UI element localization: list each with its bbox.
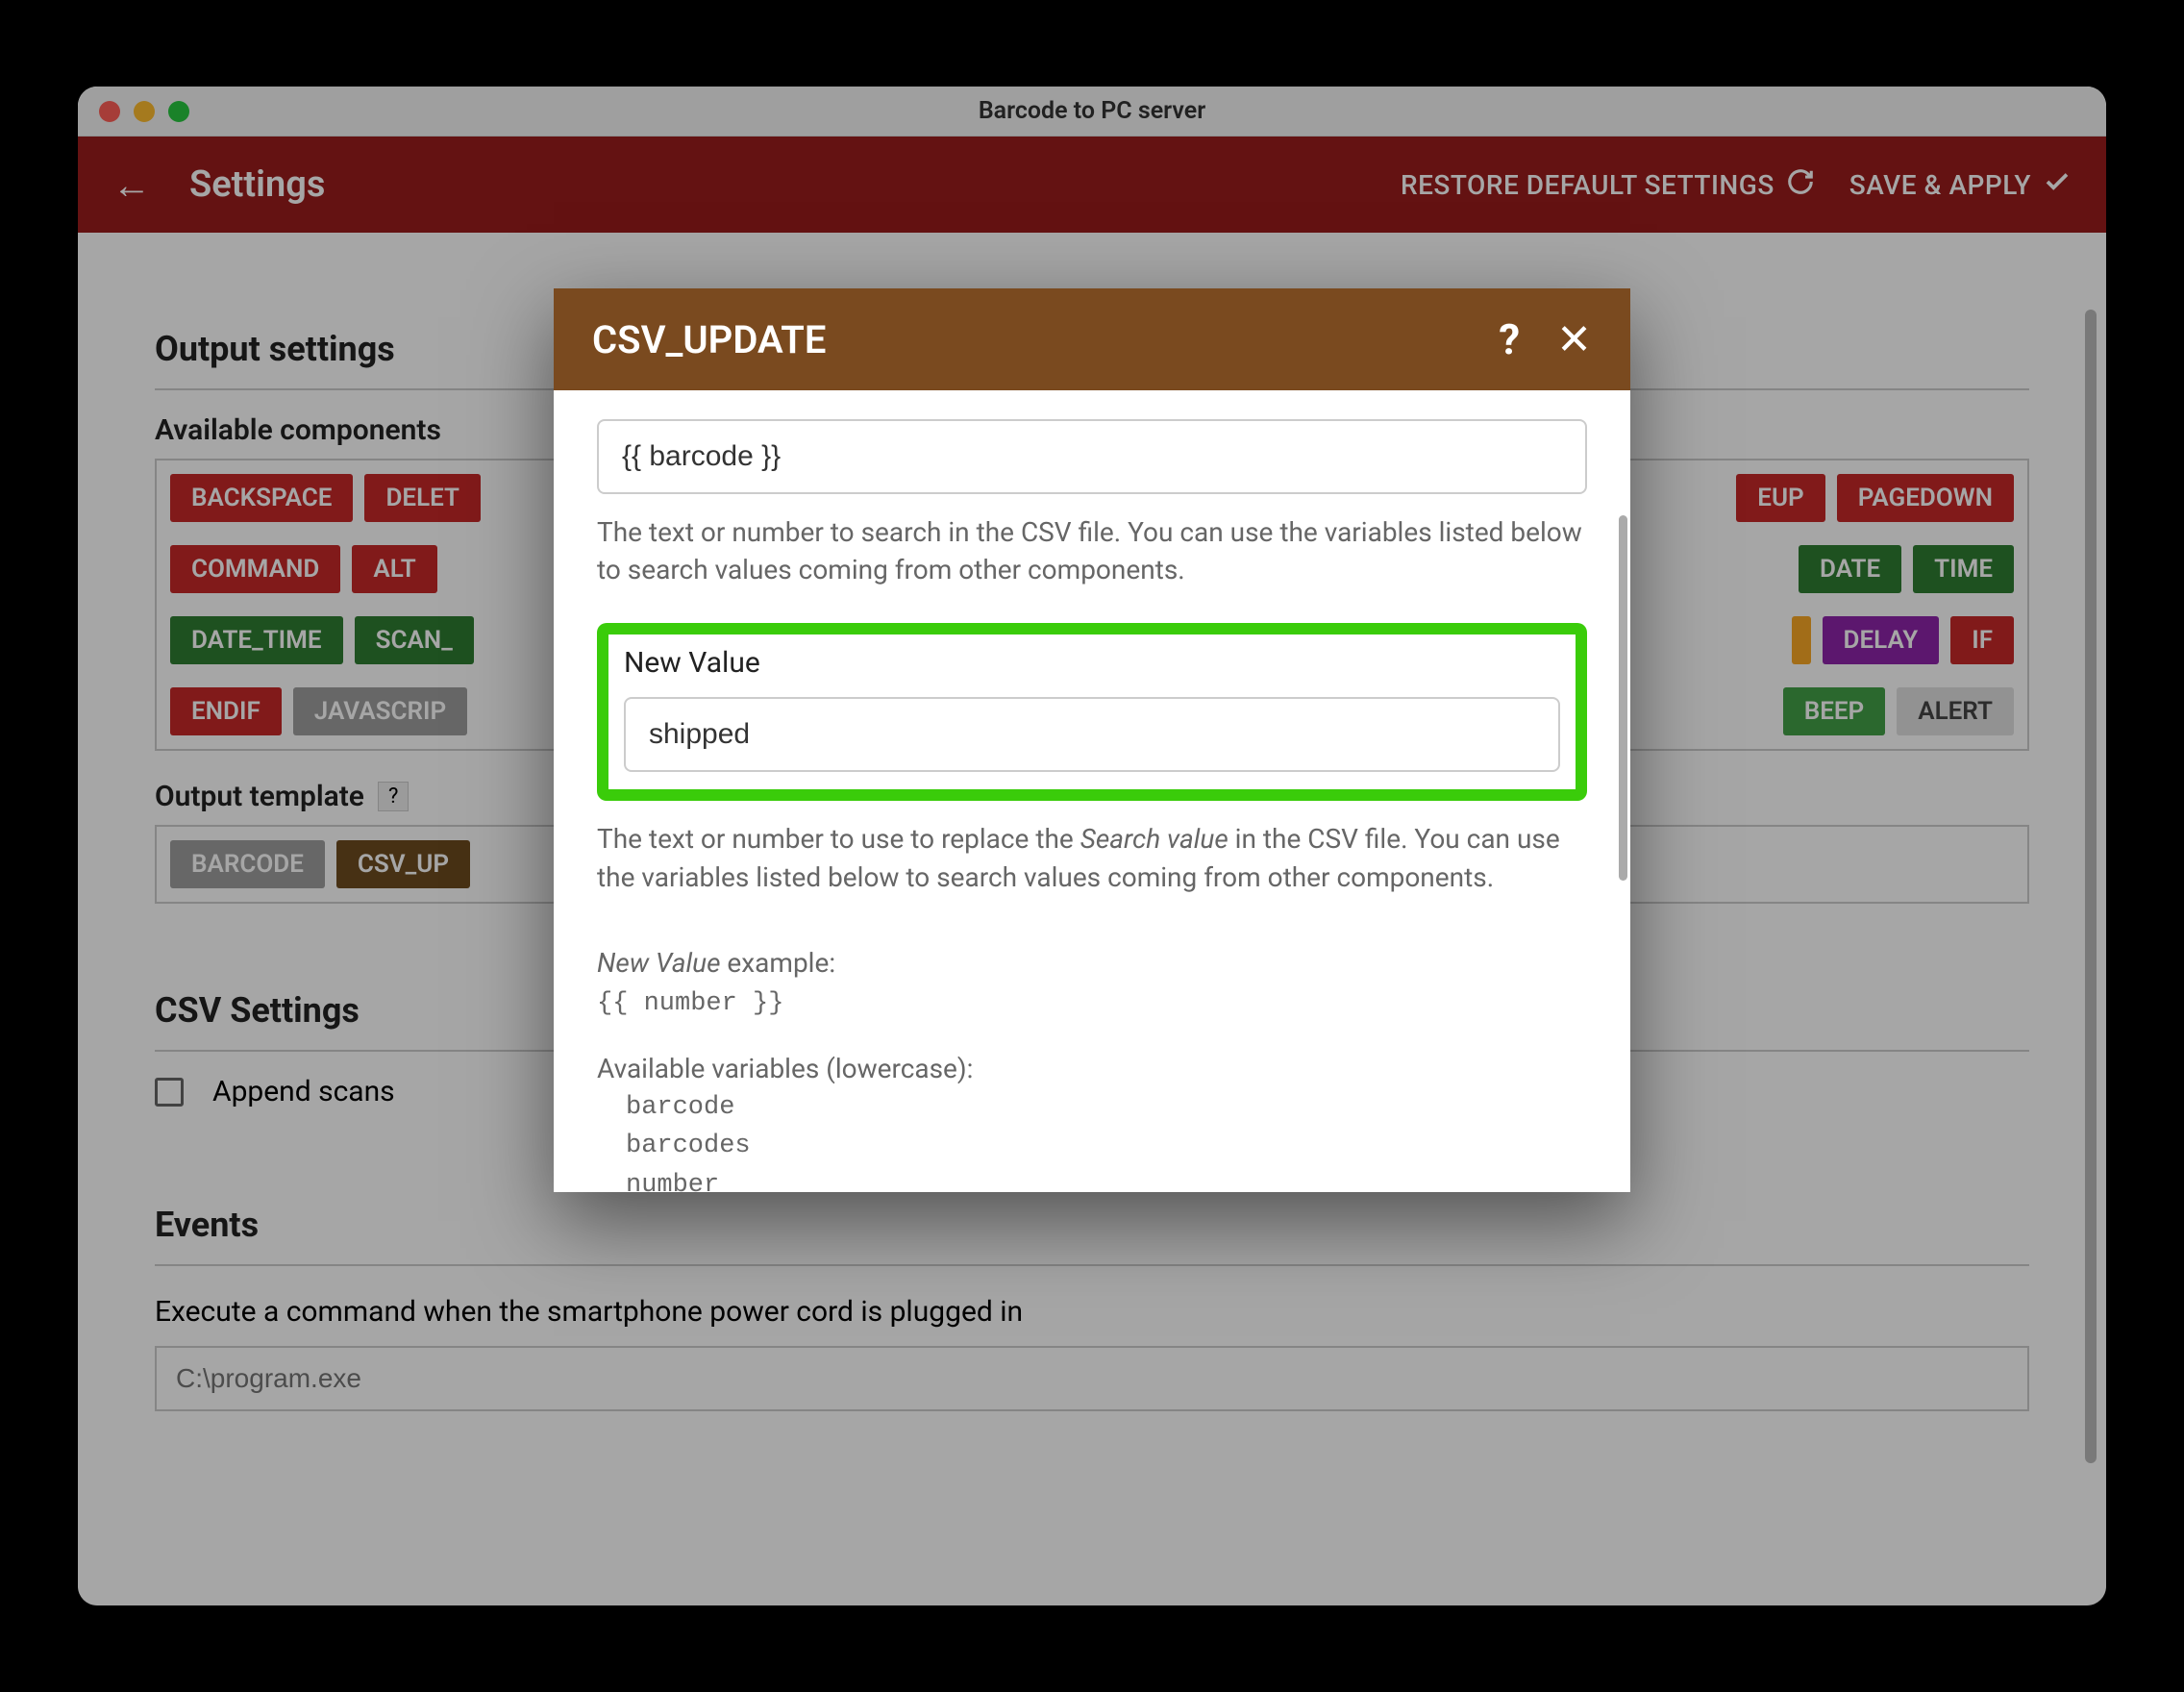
- available-variables-label: Available variables (lowercase):: [597, 1053, 973, 1084]
- new-value-label: New Value: [624, 646, 1560, 680]
- available-variables-block: Available variables (lowercase): barcode…: [597, 1050, 1587, 1192]
- new-value-highlight: New Value: [597, 623, 1587, 801]
- modal-help-icon[interactable]: ?: [1499, 314, 1520, 364]
- new-value-help-italic: Search value: [1080, 823, 1228, 855]
- example-code: {{ number }}: [597, 989, 783, 1018]
- modal-title: CSV_UPDATE: [592, 317, 1499, 362]
- modal-close-icon[interactable]: ✕: [1556, 314, 1592, 364]
- search-value-input[interactable]: [597, 419, 1587, 494]
- modal-header: CSV_UPDATE ? ✕: [554, 288, 1630, 390]
- modal-overlay[interactable]: CSV_UPDATE ? ✕ The text or number to sea…: [78, 87, 2106, 1605]
- var-number: number: [626, 1166, 1587, 1192]
- csv-update-modal: CSV_UPDATE ? ✕ The text or number to sea…: [554, 288, 1630, 1192]
- new-value-input[interactable]: [624, 697, 1560, 772]
- new-value-help: The text or number to use to replace the…: [597, 820, 1587, 895]
- example-label-italic: New Value: [597, 947, 720, 979]
- modal-body: The text or number to search in the CSV …: [554, 390, 1630, 1192]
- new-value-help-pre: The text or number to use to replace the: [597, 823, 1080, 855]
- variable-list: barcode barcodes number text timestamp: [626, 1088, 1587, 1192]
- app-window: Barcode to PC server ← Settings RESTORE …: [78, 87, 2106, 1605]
- modal-scrollbar[interactable]: [1619, 515, 1627, 881]
- modal-header-icons: ? ✕: [1499, 314, 1592, 364]
- search-value-help: The text or number to search in the CSV …: [597, 513, 1587, 588]
- var-barcode: barcode: [626, 1088, 1587, 1128]
- var-barcodes: barcodes: [626, 1127, 1587, 1166]
- example-label-post: example:: [720, 947, 835, 979]
- example-block: New Value example: {{ number }}: [597, 944, 1587, 1024]
